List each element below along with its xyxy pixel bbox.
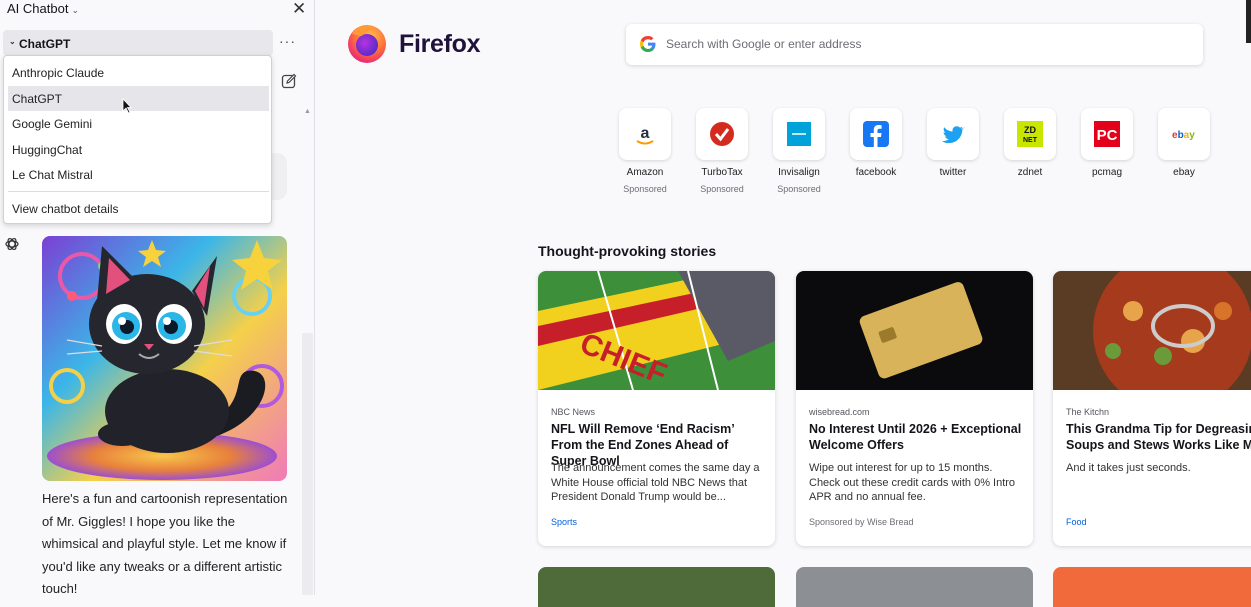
invisalign-icon — [787, 122, 811, 146]
shortcut-label-zdnet: zdnet — [1017, 167, 1043, 178]
story-thumbnail-soup — [1053, 271, 1251, 390]
story-category: Sports — [551, 517, 578, 527]
story-card-partial[interactable] — [1053, 567, 1251, 607]
svg-text:PC: PC — [1097, 127, 1118, 144]
new-chat-edit-icon[interactable] — [281, 73, 297, 89]
firefox-logo-icon — [348, 25, 386, 63]
story-card-partial[interactable] — [538, 567, 775, 607]
dropdown-item-le-chat-mistral[interactable]: Le Chat Mistral — [8, 162, 269, 187]
story-description: The announcement comes the same day a Wh… — [551, 462, 760, 503]
twitter-icon — [941, 126, 965, 144]
shortcut-sponsored-amazon: Sponsored — [623, 184, 667, 194]
story-sponsor: Sponsored by Wise Bread — [809, 517, 914, 527]
generated-cat-image — [42, 236, 287, 481]
shortcut-invisalign[interactable] — [773, 108, 825, 160]
dropdown-item-google-gemini[interactable]: Google Gemini — [8, 111, 269, 136]
shortcut-pcmag[interactable]: PC — [1081, 108, 1133, 160]
window-edge — [1246, 0, 1251, 43]
shortcut-sponsored-turbotax: Sponsored — [700, 184, 744, 194]
story-source: NBC News — [551, 407, 596, 417]
shortcut-sponsored-invisalign: Sponsored — [777, 184, 821, 194]
shortcut-zdnet[interactable]: ZD NET — [1004, 108, 1056, 160]
story-source: The Kitchn — [1066, 407, 1110, 417]
shortcut-label-amazon: Amazon — [626, 167, 664, 178]
sidebar-header: AI Chatbot ⌄ ✕ — [0, 0, 315, 20]
shortcut-turbotax[interactable] — [696, 108, 748, 160]
story-description: And it takes just seconds. — [1066, 462, 1191, 474]
chevron-down-icon: ⌄ — [71, 5, 79, 15]
google-g-icon — [640, 36, 656, 52]
close-icon[interactable]: ✕ — [292, 0, 306, 19]
scroll-up-arrow[interactable]: ▲ — [304, 108, 311, 115]
story-category: Food — [1066, 517, 1087, 527]
shortcut-amazon[interactable]: a — [619, 108, 671, 160]
dropdown-item-huggingchat[interactable]: HuggingChat — [8, 137, 269, 162]
ai-chatbot-sidebar: AI Chatbot ⌄ ✕ ⌄ ChatGPT ··· ▲ Anthropic … — [0, 0, 315, 596]
sidebar-title: AI Chatbot — [7, 1, 69, 16]
story-title: This Grandma Tip for Degreasing Soups an… — [1066, 422, 1251, 452]
provider-select[interactable]: ⌄ ChatGPT — [3, 30, 273, 56]
svg-text:a: a — [641, 125, 650, 142]
shortcut-label-invisalign: Invisalign — [778, 167, 820, 178]
provider-dropdown-menu: Anthropic Claude ChatGPT Google Gemini H… — [3, 55, 272, 224]
search-bar[interactable] — [626, 24, 1203, 65]
story-source: wisebread.com — [809, 407, 870, 417]
story-card-partial[interactable] — [796, 567, 1033, 607]
shortcut-facebook[interactable] — [850, 108, 902, 160]
sidebar-title-menu[interactable]: AI Chatbot ⌄ — [7, 1, 79, 16]
search-input[interactable] — [666, 34, 1186, 54]
svg-text:ZD: ZD — [1024, 125, 1036, 135]
story-card[interactable]: wisebread.com No Interest Until 2026 + E… — [796, 271, 1033, 546]
story-card[interactable]: The Kitchn This Grandma Tip for Degreasi… — [1053, 271, 1251, 546]
shortcut-twitter[interactable] — [927, 108, 979, 160]
shortcut-label-ebay: ebay — [1173, 167, 1195, 178]
shortcut-ebay[interactable]: ebay — [1158, 108, 1210, 160]
more-options-icon[interactable]: ··· — [279, 33, 296, 49]
story-thumbnail-football-field: CHIEF — [538, 271, 775, 390]
shortcut-label-twitter: twitter — [939, 167, 967, 178]
zdnet-icon: ZD NET — [1017, 121, 1043, 147]
firefox-wordmark: Firefox — [399, 30, 481, 58]
sidebar-scrollbar[interactable] — [302, 333, 313, 595]
chevron-down-icon: ⌄ — [9, 37, 16, 46]
pcmag-icon: PC — [1094, 121, 1120, 147]
shortcut-label-facebook: facebook — [855, 167, 897, 178]
mouse-cursor-icon — [122, 98, 132, 114]
turbotax-icon — [710, 122, 734, 146]
dropdown-divider — [8, 191, 269, 192]
facebook-icon — [863, 121, 889, 147]
story-thumbnail-gold-card — [796, 271, 1033, 390]
assistant-reply-text: Here's a fun and cartoonish representati… — [42, 491, 288, 596]
stories-heading: Thought-provoking stories — [538, 243, 717, 259]
dropdown-item-anthropic-claude[interactable]: Anthropic Claude — [8, 60, 269, 85]
svg-text:ebay: ebay — [1172, 130, 1195, 141]
shortcut-label-pcmag: pcmag — [1091, 167, 1122, 178]
svg-text:NET: NET — [1023, 137, 1038, 144]
dropdown-item-chatgpt[interactable]: ChatGPT — [8, 86, 269, 111]
story-description: Wipe out interest for up to 15 months. C… — [809, 462, 1016, 503]
amazon-icon: a — [636, 125, 654, 145]
story-card[interactable]: CHIEF NBC News NFL Will Remove ‘End Raci… — [538, 271, 775, 546]
chatgpt-logo-icon — [5, 237, 19, 251]
story-title: No Interest Until 2026 + Exceptional Wel… — [809, 422, 1022, 452]
shortcut-label-turbotax: TurboTax — [701, 167, 743, 178]
view-chatbot-details-item[interactable]: View chatbot details — [8, 196, 269, 221]
ebay-icon: ebay — [1172, 130, 1195, 141]
provider-selected-label: ChatGPT — [19, 37, 71, 51]
